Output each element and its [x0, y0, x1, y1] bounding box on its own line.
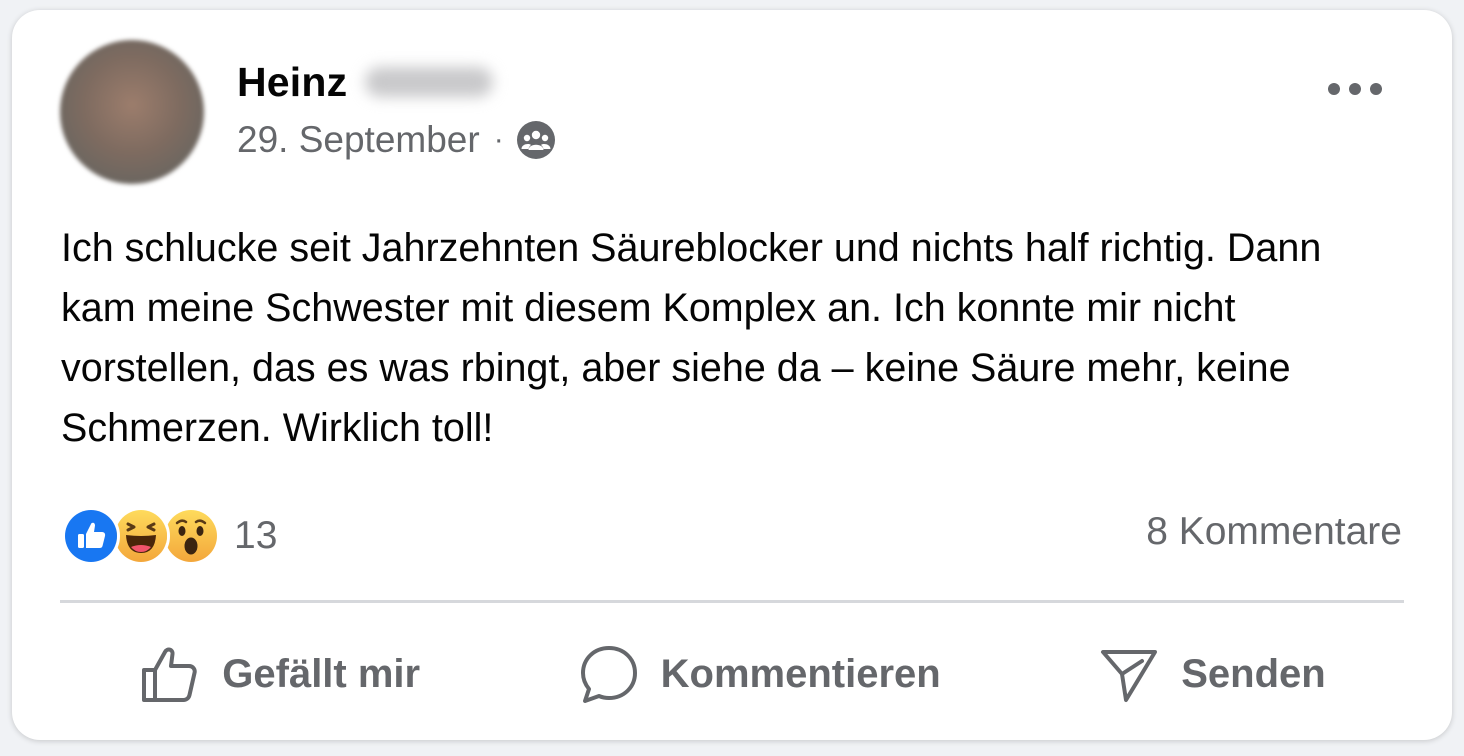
send-button[interactable]: Senden: [1083, 638, 1339, 710]
meta-separator: ·: [493, 123, 504, 156]
author-line: Heinz: [237, 56, 494, 108]
thumbs-up-icon: [142, 647, 197, 702]
comment-label: Kommentieren: [660, 651, 941, 696]
post-card: Heinz 29. September · Ich schlucke seit …: [12, 10, 1452, 740]
more-horizontal-icon: [1328, 83, 1340, 95]
reaction-count: 13: [234, 514, 278, 557]
group-audience-icon[interactable]: [516, 120, 556, 160]
post-date[interactable]: 29. September: [237, 119, 480, 161]
send-icon: [1101, 650, 1158, 702]
post-text: Ich schlucke seit Jahrzehnten Säureblock…: [61, 226, 1322, 450]
like-button[interactable]: Gefällt mir: [124, 638, 434, 710]
send-label: Senden: [1181, 651, 1326, 696]
post-meta: 29. September ·: [237, 116, 556, 164]
author-name[interactable]: Heinz: [237, 59, 347, 106]
more-options-button[interactable]: [1328, 76, 1382, 102]
comment-button[interactable]: Kommentieren: [563, 638, 955, 710]
wow-reaction-icon: [162, 507, 220, 565]
action-bar: Gefällt mir Kommentieren Senden: [60, 634, 1404, 714]
redacted-surname: [365, 67, 494, 97]
like-label: Gefällt mir: [222, 651, 421, 696]
divider: [60, 600, 1404, 603]
haha-reaction-icon: [112, 507, 170, 565]
like-reaction-icon: [62, 507, 120, 565]
speech-bubble-icon: [580, 646, 637, 703]
reactions-summary[interactable]: 13: [62, 506, 277, 566]
author-avatar[interactable]: [60, 40, 204, 184]
comments-count-link[interactable]: 8 Kommentare: [1146, 510, 1402, 554]
